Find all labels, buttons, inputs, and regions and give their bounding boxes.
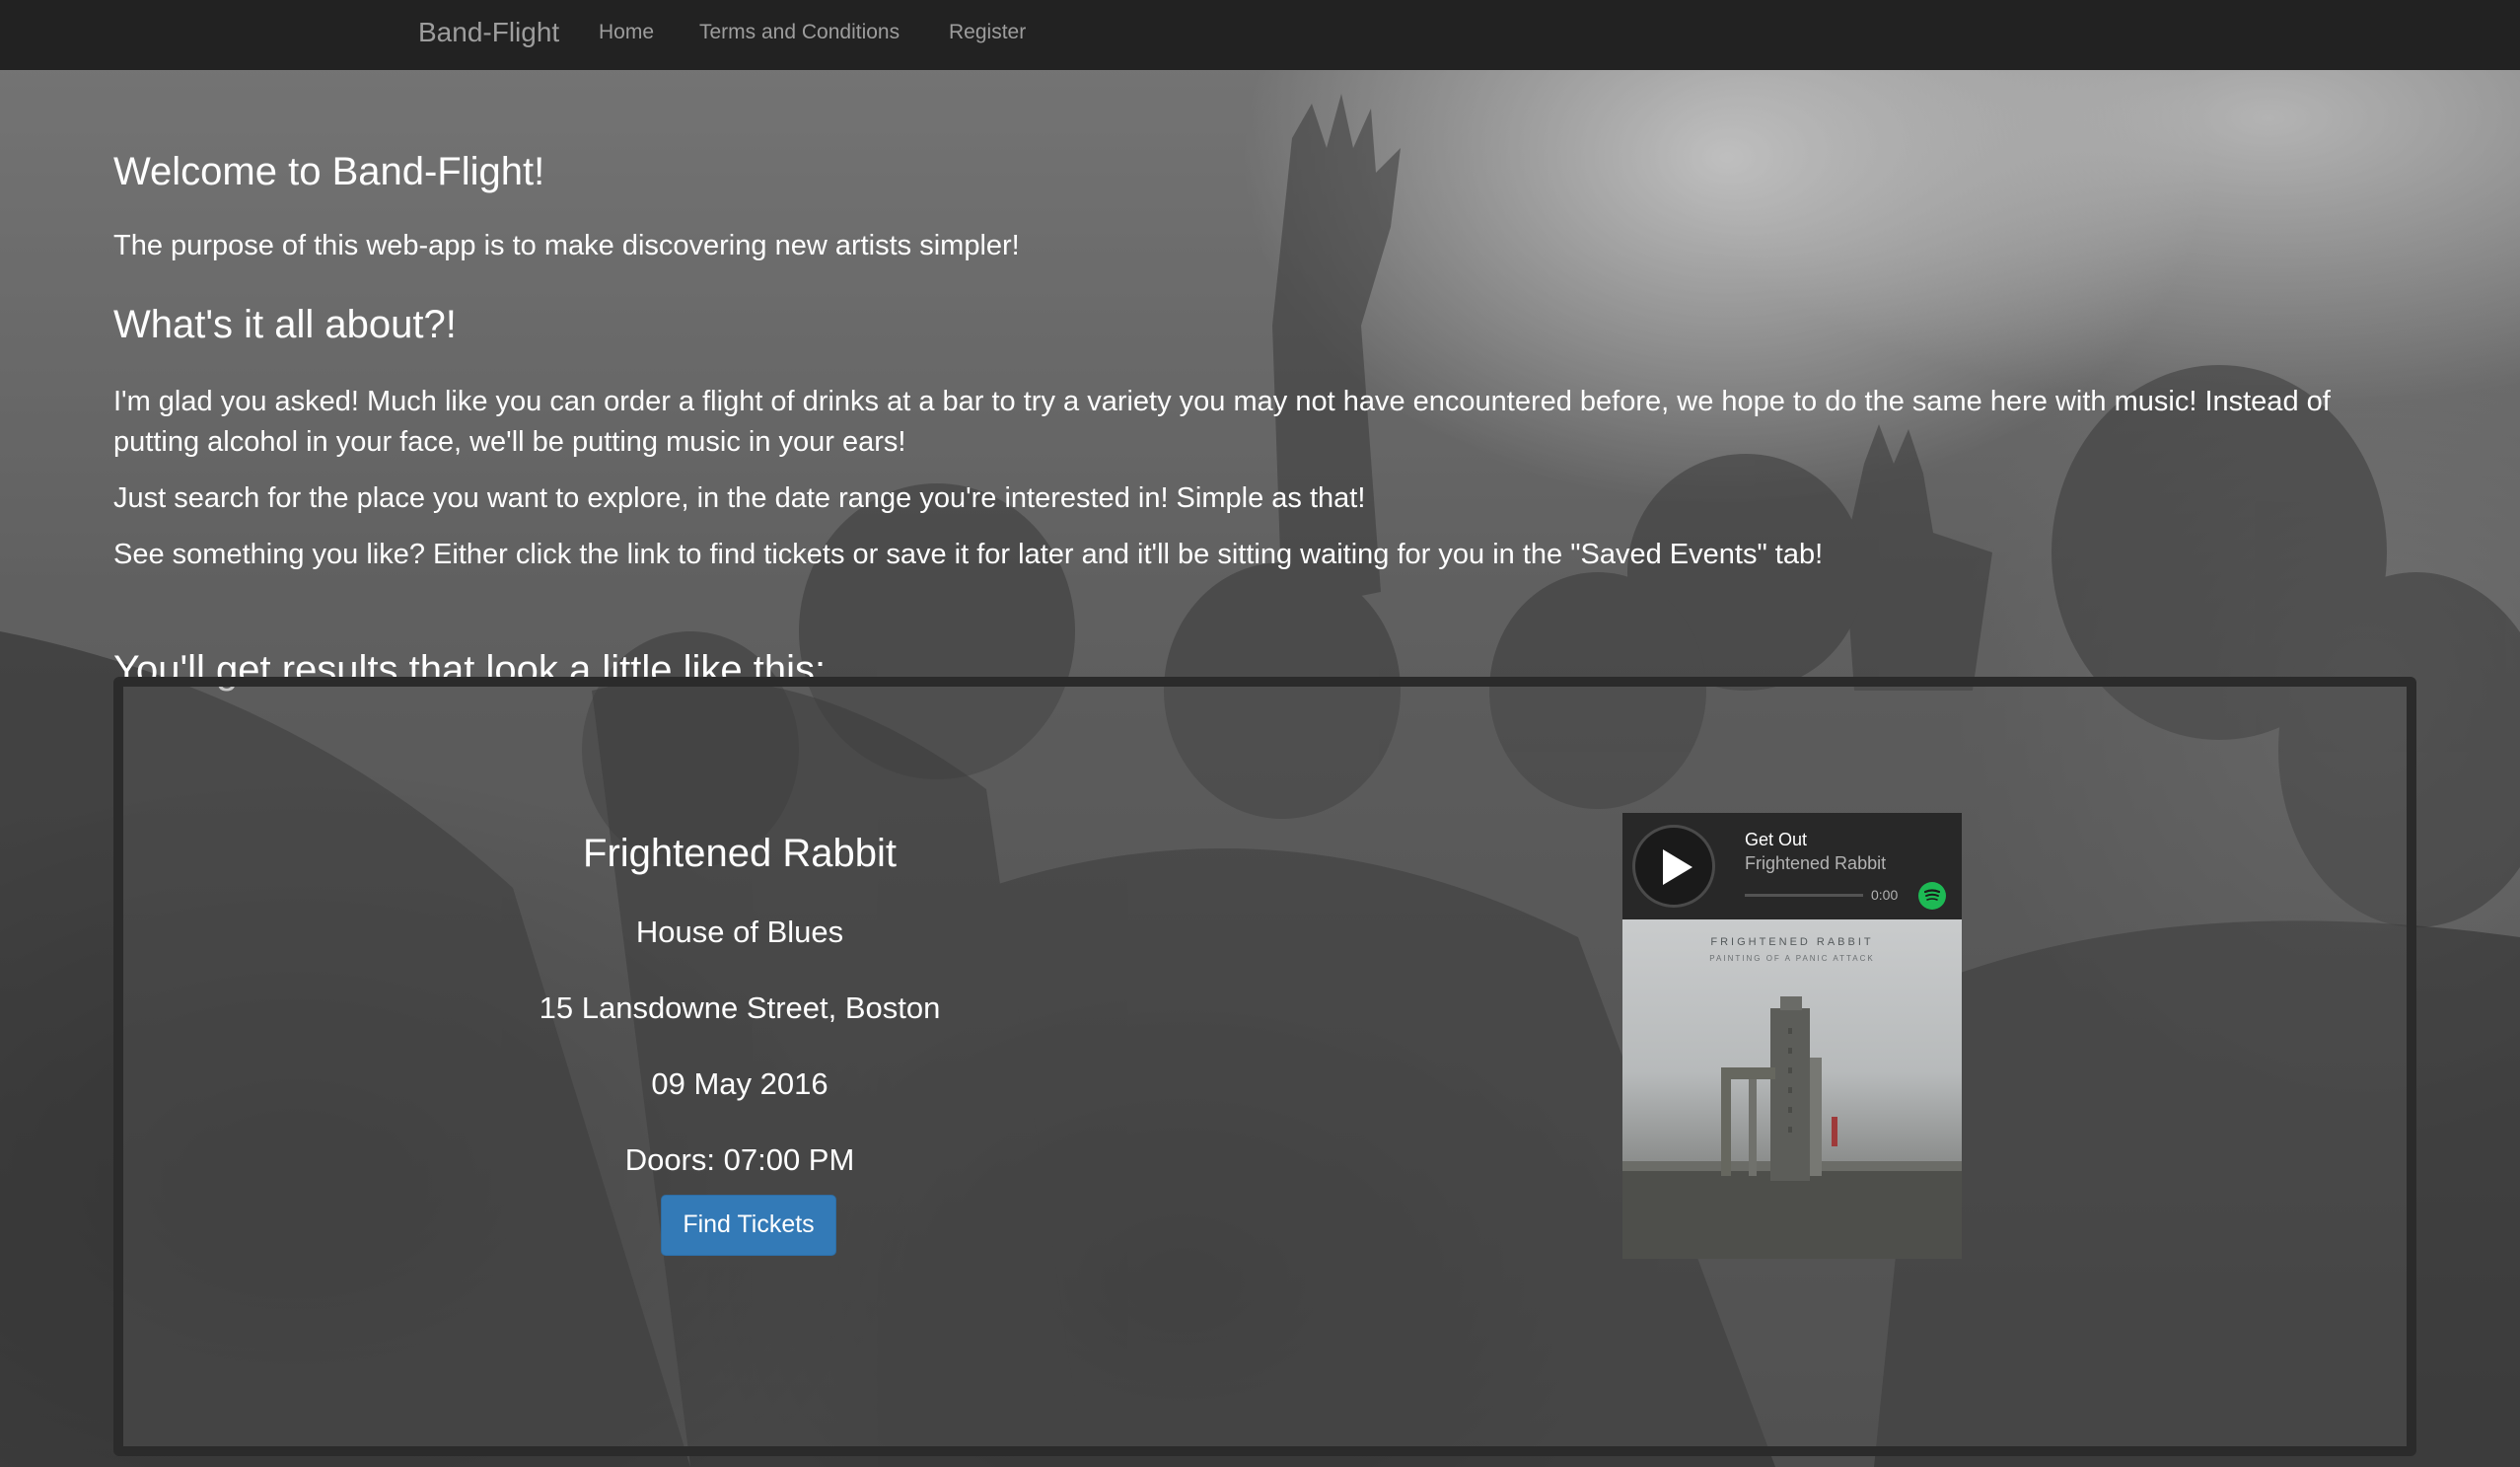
- player-controls: Get Out Frightened Rabbit 0:00: [1622, 813, 1962, 919]
- about-heading: What's it all about?!: [113, 303, 457, 346]
- track-title: Get Out: [1745, 830, 1808, 849]
- top-navbar: Band-Flight Home Terms and Conditions Re…: [0, 0, 2520, 70]
- event-artist: Frightened Rabbit: [583, 832, 897, 875]
- brand-link[interactable]: Band-Flight: [418, 16, 559, 49]
- about-description: I'm glad you asked! Much like you can or…: [113, 386, 2331, 458]
- track-artist: Frightened Rabbit: [1745, 853, 1887, 873]
- event-doors-time: Doors: 07:00 PM: [624, 1142, 855, 1177]
- spotify-logo-icon[interactable]: [1918, 882, 1946, 910]
- album-title: PAINTING OF A PANIC ATTACK: [1709, 954, 1875, 963]
- example-result-card: Frightened Rabbit House of Blues 15 Lans…: [113, 677, 2416, 1456]
- event-date: 09 May 2016: [651, 1066, 828, 1101]
- welcome-heading: Welcome to Band-Flight!: [113, 150, 545, 193]
- spotify-player-widget: Get Out Frightened Rabbit 0:00 FRIGHTENE…: [1622, 813, 1962, 1259]
- album-cover-artwork: [1622, 996, 1962, 1259]
- progress-bar[interactable]: [1745, 894, 1863, 897]
- play-button[interactable]: [1632, 825, 1715, 908]
- nav-link-home[interactable]: Home: [599, 20, 654, 45]
- search-instructions: Just search for the place you want to ex…: [113, 482, 1366, 514]
- nav-link-register[interactable]: Register: [949, 20, 1026, 45]
- album-cover[interactable]: FRIGHTENED RABBIT PAINTING OF A PANIC AT…: [1622, 919, 1962, 1259]
- album-band-name: FRIGHTENED RABBIT: [1710, 936, 1874, 948]
- purpose-text: The purpose of this web-app is to make d…: [113, 230, 1020, 261]
- track-time: 0:00: [1871, 887, 1899, 903]
- save-instructions: See something you like? Either click the…: [113, 539, 1824, 570]
- nav-link-terms[interactable]: Terms and Conditions: [699, 20, 900, 45]
- event-venue: House of Blues: [635, 915, 844, 949]
- find-tickets-button[interactable]: Find Tickets: [661, 1195, 836, 1256]
- event-address: 15 Lansdowne Street, Boston: [539, 990, 941, 1025]
